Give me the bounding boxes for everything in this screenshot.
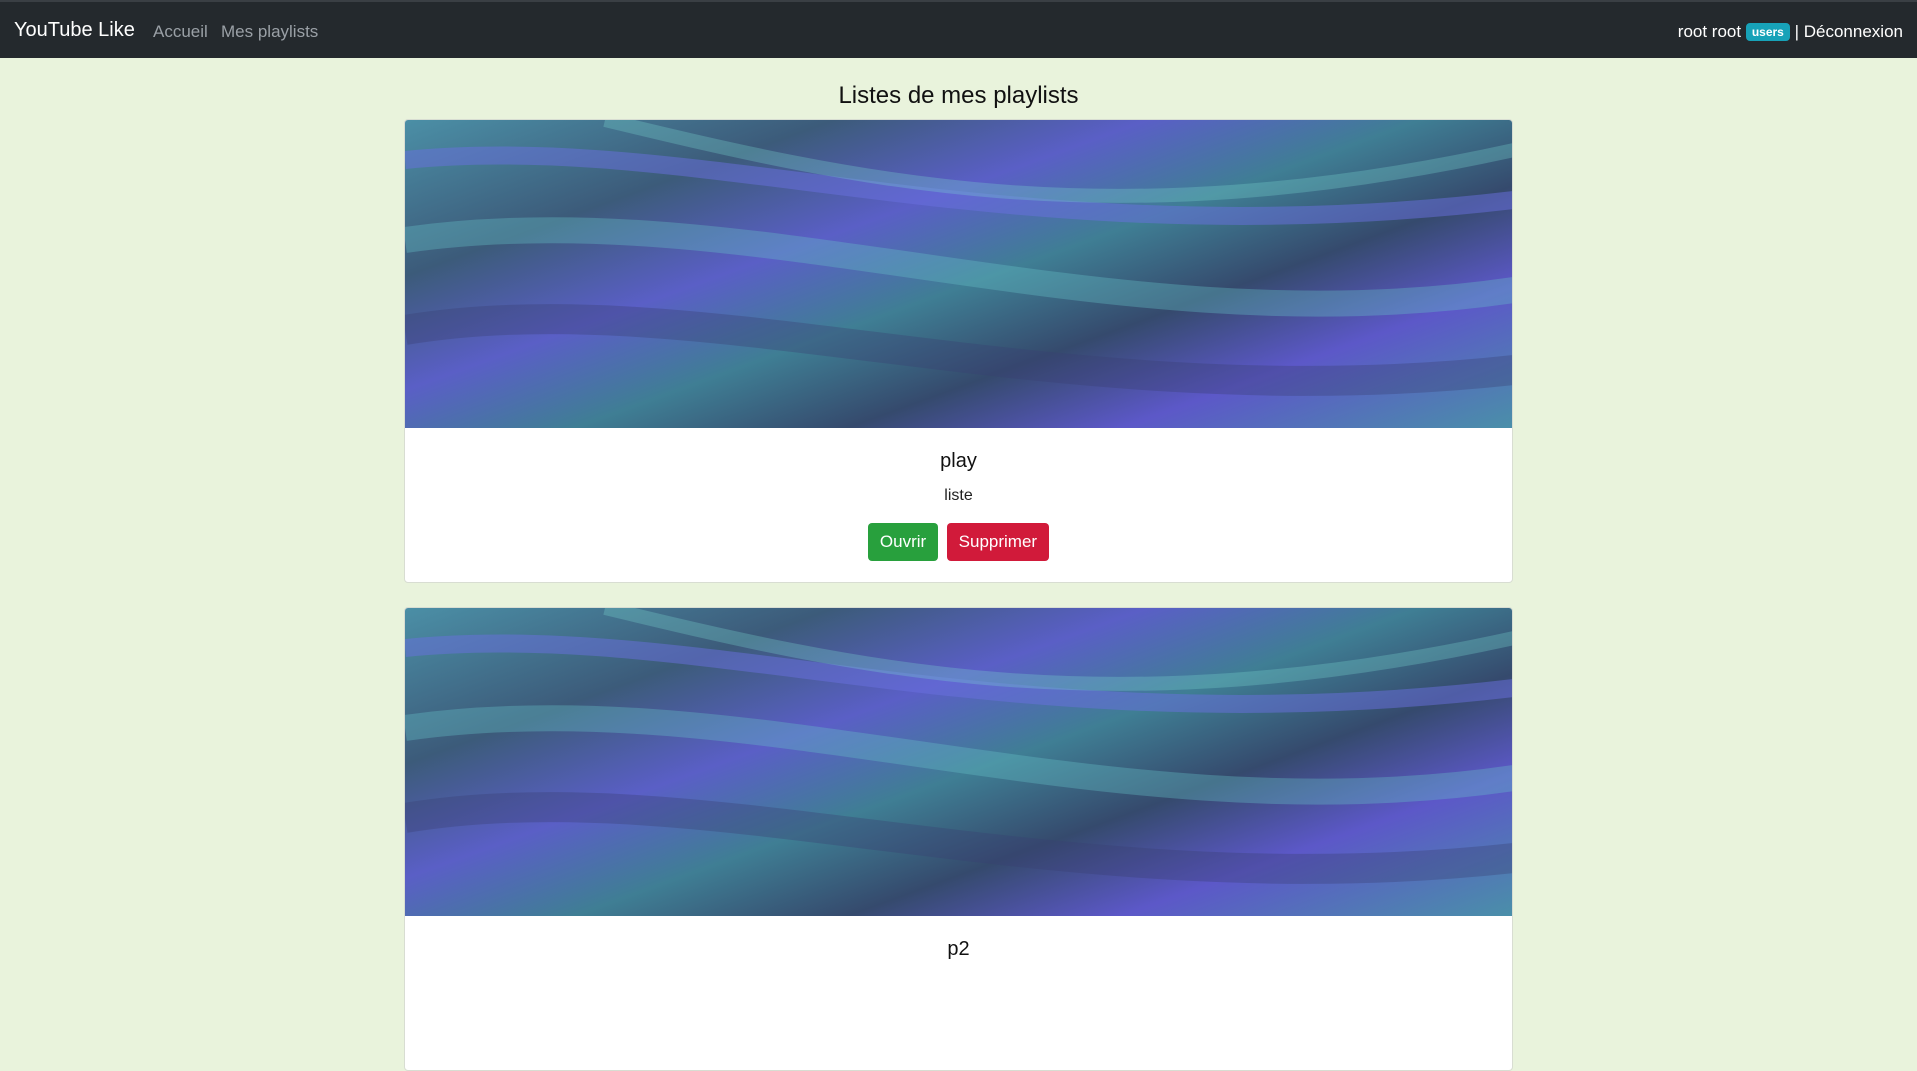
playlist-thumbnail xyxy=(405,608,1512,916)
user-name: root root xyxy=(1677,22,1742,41)
playlist-description: liste xyxy=(944,487,973,504)
playlist-card: p2 xyxy=(404,607,1513,1071)
delete-button[interactable]: Supprimer xyxy=(946,523,1050,561)
playlist-card: play liste Ouvrir Supprimer xyxy=(404,119,1513,583)
user-area: root root users | Déconnexion xyxy=(1678,22,1903,42)
nav-link-mes-playlists[interactable]: Mes playlists xyxy=(221,22,318,42)
playlist-card-body: p2 xyxy=(405,916,1512,1070)
playlist-title: play xyxy=(940,450,977,472)
logout-link[interactable]: Déconnexion xyxy=(1804,22,1903,41)
page-title: Listes de mes playlists xyxy=(838,82,1079,109)
user-role-badge: users xyxy=(1745,23,1790,41)
brand-logo[interactable]: YouTube Like xyxy=(14,19,135,42)
top-navbar: YouTube Like Accueil Mes playlists root … xyxy=(0,0,1917,58)
open-button[interactable]: Ouvrir xyxy=(867,523,939,561)
nav-link-accueil[interactable]: Accueil xyxy=(153,22,208,42)
playlist-thumbnail xyxy=(405,120,1512,428)
playlist-title: p2 xyxy=(947,938,970,960)
playlist-card-body: play liste Ouvrir Supprimer xyxy=(405,428,1512,582)
nav-separator: | xyxy=(1794,22,1800,41)
